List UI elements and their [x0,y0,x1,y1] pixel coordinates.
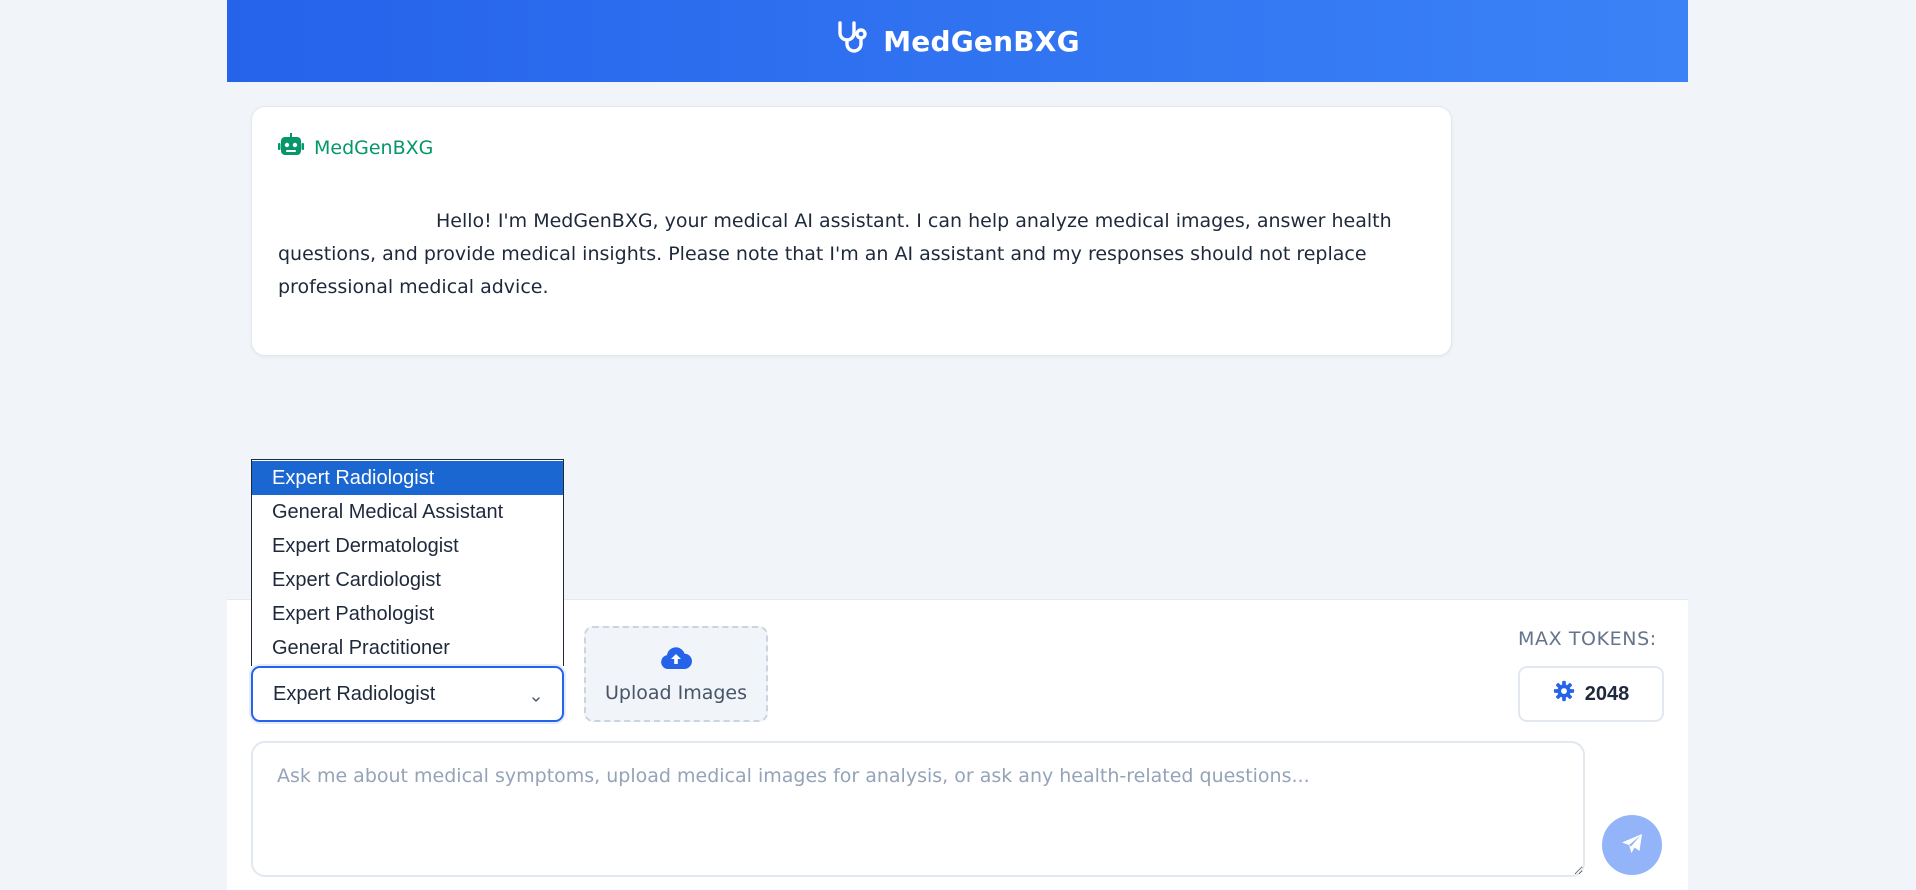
role-option[interactable]: Expert Radiologist [252,461,563,495]
role-select[interactable]: Expert Radiologist [251,666,564,722]
role-option[interactable]: Expert Dermatologist [252,529,563,563]
app-container: MedGenBXG MedGenBXG Hello! I'm MedGenBXG… [227,0,1688,890]
role-option[interactable]: General Practitioner [252,631,563,665]
send-button[interactable] [1602,815,1662,875]
chevron-down-icon [530,688,542,702]
max-tokens-value: 2048 [1584,682,1630,705]
stethoscope-icon [835,20,869,63]
max-tokens-control[interactable]: 2048 [1518,666,1664,722]
paper-plane-icon [1620,832,1644,859]
gear-icon [1553,680,1575,708]
chat-input[interactable] [251,741,1585,877]
robot-icon [278,133,304,162]
cloud-upload-icon [660,645,692,676]
role-option[interactable]: Expert Pathologist [252,597,563,631]
upload-label: Upload Images [604,681,748,704]
role-option[interactable]: General Medical Assistant [252,495,563,529]
message-sender: MedGenBXG [278,133,433,162]
upload-images-button[interactable]: Upload Images [584,626,768,722]
app-header: MedGenBXG [227,0,1688,82]
role-dropdown-list: Expert Radiologist General Medical Assis… [251,459,564,666]
sender-name: MedGenBXG [314,136,434,159]
role-option[interactable]: Expert Cardiologist [252,563,563,597]
message-text: Hello! I'm MedGenBXG, your medical AI as… [278,210,1392,298]
role-select-value: Expert Radiologist [273,682,436,705]
max-tokens-label: MAX TOKENS: [1518,628,1657,650]
app-title: MedGenBXG [883,24,1080,58]
assistant-message: MedGenBXG Hello! I'm MedGenBXG, your med… [251,106,1452,356]
brand: MedGenBXG [835,20,1080,63]
